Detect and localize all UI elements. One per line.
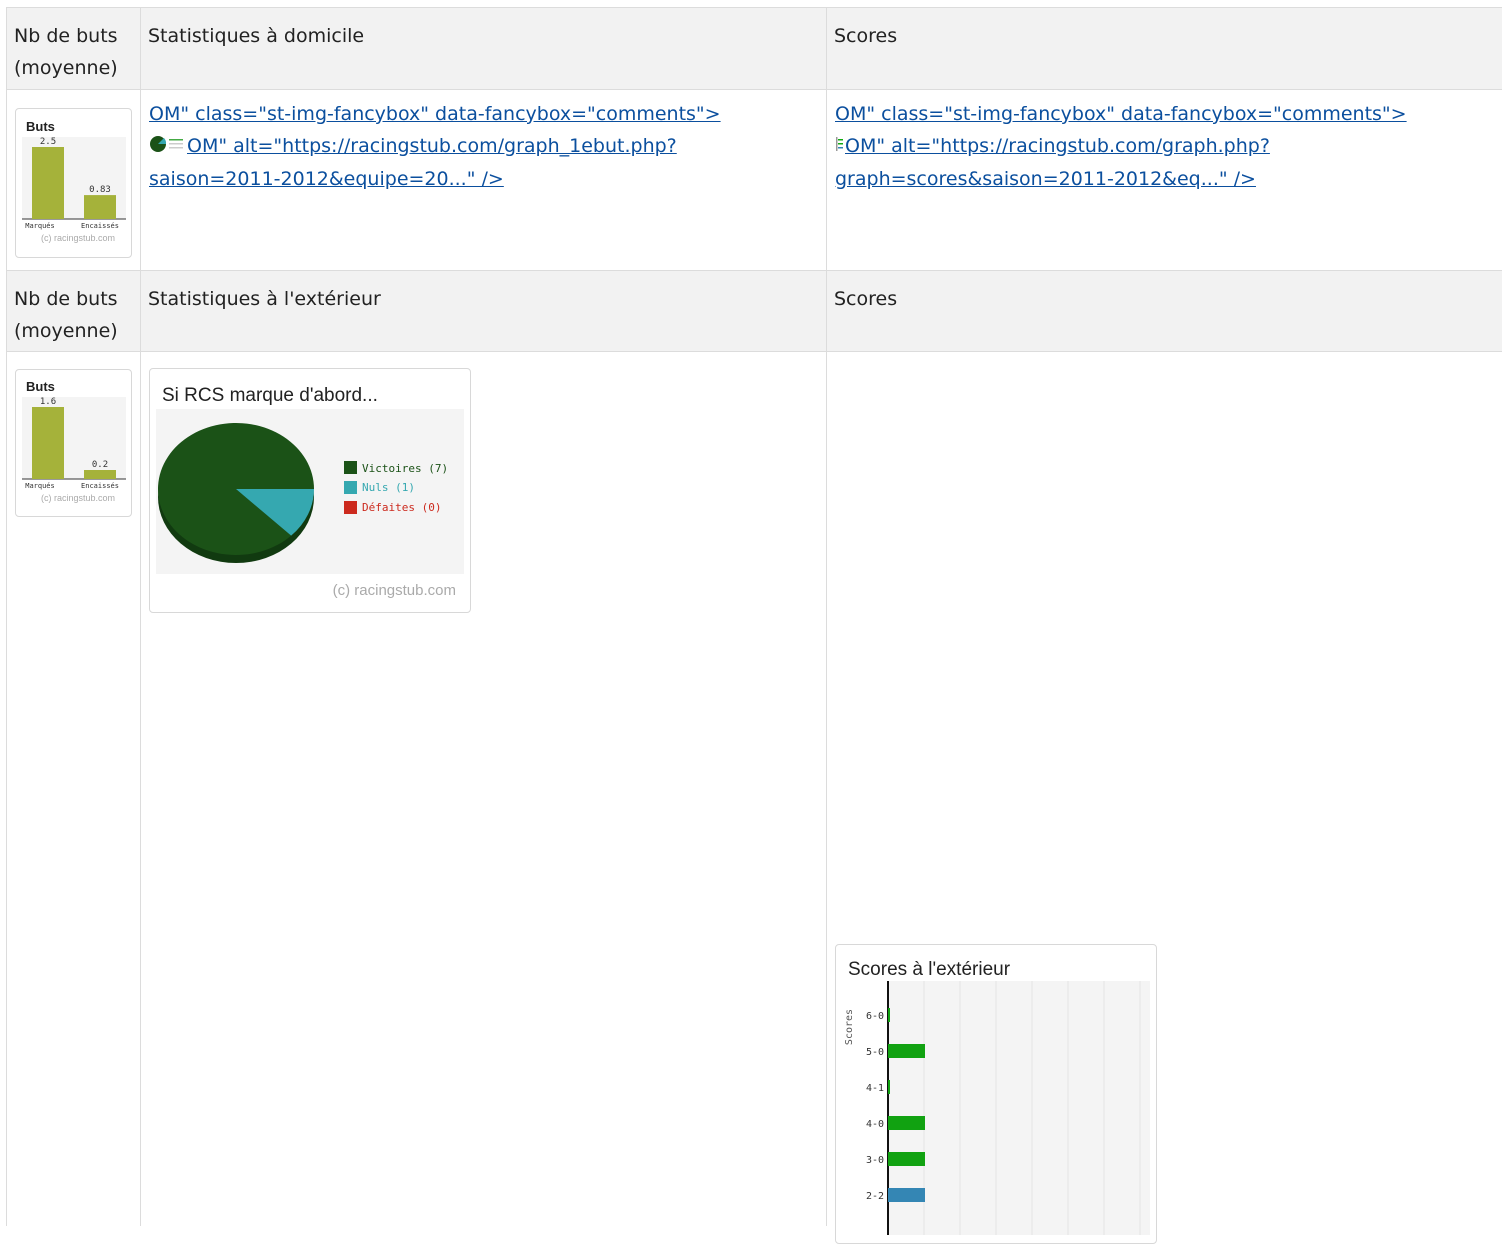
home-goals-cell: Buts 2.5 0.83 Marqués Encaissés (c) raci… (7, 90, 141, 271)
home-scores-link-block: OM" class="st-img-fancybox" data-fancybo… (835, 98, 1502, 195)
away-buts-chart[interactable]: Buts 1.6 0.2 Marqués Encaissés (c) racin… (15, 369, 132, 517)
away-buts-svg: Buts 1.6 0.2 Marqués Encaissés (c) racin… (22, 379, 126, 503)
home-goals-header: Nb de buts (moyenne) (7, 8, 141, 90)
away-stats-header: Statistiques à l'extérieur (141, 271, 827, 352)
stats-table: Nb de buts (moyenne) Statistiques à domi… (6, 7, 1502, 1244)
away-pie-legend-swatch-victoires (344, 461, 357, 474)
home-buts-label-encaisses: Encaissés (81, 222, 119, 230)
score-bar-2-2 (888, 1188, 925, 1202)
score-label-2-2: 2-2 (866, 1191, 884, 1202)
score-label-4-0: 4-0 (866, 1119, 884, 1130)
score-bar-4-1 (888, 1080, 890, 1094)
home-stats-link-line2[interactable]: OM" alt="https://racingstub.com/graph_1e… (187, 135, 677, 157)
home-buts-label-marques: Marqués (25, 222, 55, 230)
home-buts-bar-encaisses (84, 195, 116, 219)
away-scores-svg: Scores à l'extérieur Scores 6-0 5-0 4-1 4-0… (844, 959, 1150, 1235)
away-pie-title: Si RCS marque d'abord... (162, 385, 378, 406)
away-scores-chart[interactable]: Scores à l'extérieur Scores 6-0 5-0 4-1 4-0… (835, 944, 1157, 1244)
score-bar-4-0 (888, 1116, 925, 1130)
away-goals-header-label: Nb de buts (moyenne) (14, 288, 118, 342)
home-stats-header-label: Statistiques à domicile (148, 25, 365, 47)
home-goals-header-label: Nb de buts (moyenne) (14, 25, 118, 79)
home-scores-link-line3[interactable]: graph=scores&saison=2011-2012&eq..." /> (835, 168, 1256, 190)
home-buts-chart[interactable]: Buts 2.5 0.83 Marqués Encaissés (c) raci… (15, 108, 132, 258)
away-buts-value-marques: 1.6 (40, 397, 56, 407)
away-pie-legend-swatch-defaites (344, 501, 357, 514)
away-buts-bar-encaisses (84, 470, 116, 479)
away-pie-svg: Si RCS marque d'abord... Victoires (7) N… (156, 385, 464, 599)
away-buts-bar-marques (32, 407, 64, 479)
score-bar-6-0 (888, 1008, 890, 1022)
home-scores-link-line2[interactable]: OM" alt="https://racingstub.com/graph.ph… (845, 135, 1270, 157)
score-bar-3-0 (888, 1152, 925, 1166)
away-scores-cell: Scores à l'extérieur Scores 6-0 5-0 4-1 4-0… (827, 352, 1502, 1244)
away-buts-label-marques: Marqués (25, 482, 55, 490)
home-buts-title: Buts (26, 119, 55, 134)
score-label-5-0: 5-0 (866, 1047, 884, 1058)
away-pie-legend-nuls: Nuls (1) (362, 481, 415, 494)
away-pie-credit: (c) racingstub.com (333, 582, 456, 599)
home-stats-broken-image-icon (149, 131, 187, 163)
home-scores-header-label: Scores (834, 25, 898, 47)
home-stats-cell: OM" class="st-img-fancybox" data-fancybo… (141, 90, 827, 271)
away-stats-cell: Si RCS marque d'abord... Victoires (7) N… (141, 352, 827, 1226)
away-pie-legend-victoires: Victoires (7) (362, 462, 448, 475)
away-pie-legend-defaites: Défaites (0) (362, 501, 441, 514)
away-scores-axis-label: Scores (844, 1009, 855, 1045)
home-stats-link-line3[interactable]: saison=2011-2012&equipe=20..." /> (149, 168, 504, 190)
away-pie-chart[interactable]: Si RCS marque d'abord... Victoires (7) N… (149, 368, 471, 613)
score-bar-5-0 (888, 1044, 925, 1058)
away-scores-header: Scores (827, 271, 1502, 352)
score-label-6-0: 6-0 (866, 1011, 884, 1022)
home-buts-value-marques: 2.5 (40, 137, 56, 147)
home-scores-link-line1[interactable]: OM" class="st-img-fancybox" data-fancybo… (835, 103, 1407, 125)
home-stats-link-block: OM" class="st-img-fancybox" data-fancybo… (149, 98, 819, 195)
home-buts-bar-marques (32, 147, 64, 219)
score-label-4-1: 4-1 (866, 1083, 884, 1094)
home-stats-link-line1[interactable]: OM" class="st-img-fancybox" data-fancybo… (149, 103, 721, 125)
away-buts-title: Buts (26, 379, 55, 394)
away-scores-plot-bg (888, 981, 1150, 1235)
away-pie-legend-swatch-nuls (344, 481, 357, 494)
home-scores-header: Scores (827, 8, 1502, 90)
away-scores-title: Scores à l'extérieur (848, 959, 1011, 980)
home-buts-credit: (c) racingstub.com (41, 233, 115, 243)
home-buts-value-encaisses: 0.83 (89, 185, 111, 195)
home-buts-svg: Buts 2.5 0.83 Marqués Encaissés (c) raci… (22, 119, 126, 243)
away-scores-header-label: Scores (834, 288, 898, 310)
away-goals-header: Nb de buts (moyenne) (7, 271, 141, 352)
away-buts-label-encaisses: Encaissés (81, 482, 119, 490)
away-buts-credit: (c) racingstub.com (41, 493, 115, 503)
away-goals-cell: Buts 1.6 0.2 Marqués Encaissés (c) racin… (7, 352, 141, 1226)
home-scores-cell: OM" class="st-img-fancybox" data-fancybo… (827, 90, 1502, 271)
away-buts-value-encaisses: 0.2 (92, 460, 108, 470)
away-pie-slices (158, 423, 314, 563)
home-scores-broken-image-icon (835, 131, 845, 163)
away-stats-header-label: Statistiques à l'extérieur (148, 288, 381, 310)
score-label-3-0: 3-0 (866, 1155, 884, 1166)
home-stats-header: Statistiques à domicile (141, 8, 827, 90)
